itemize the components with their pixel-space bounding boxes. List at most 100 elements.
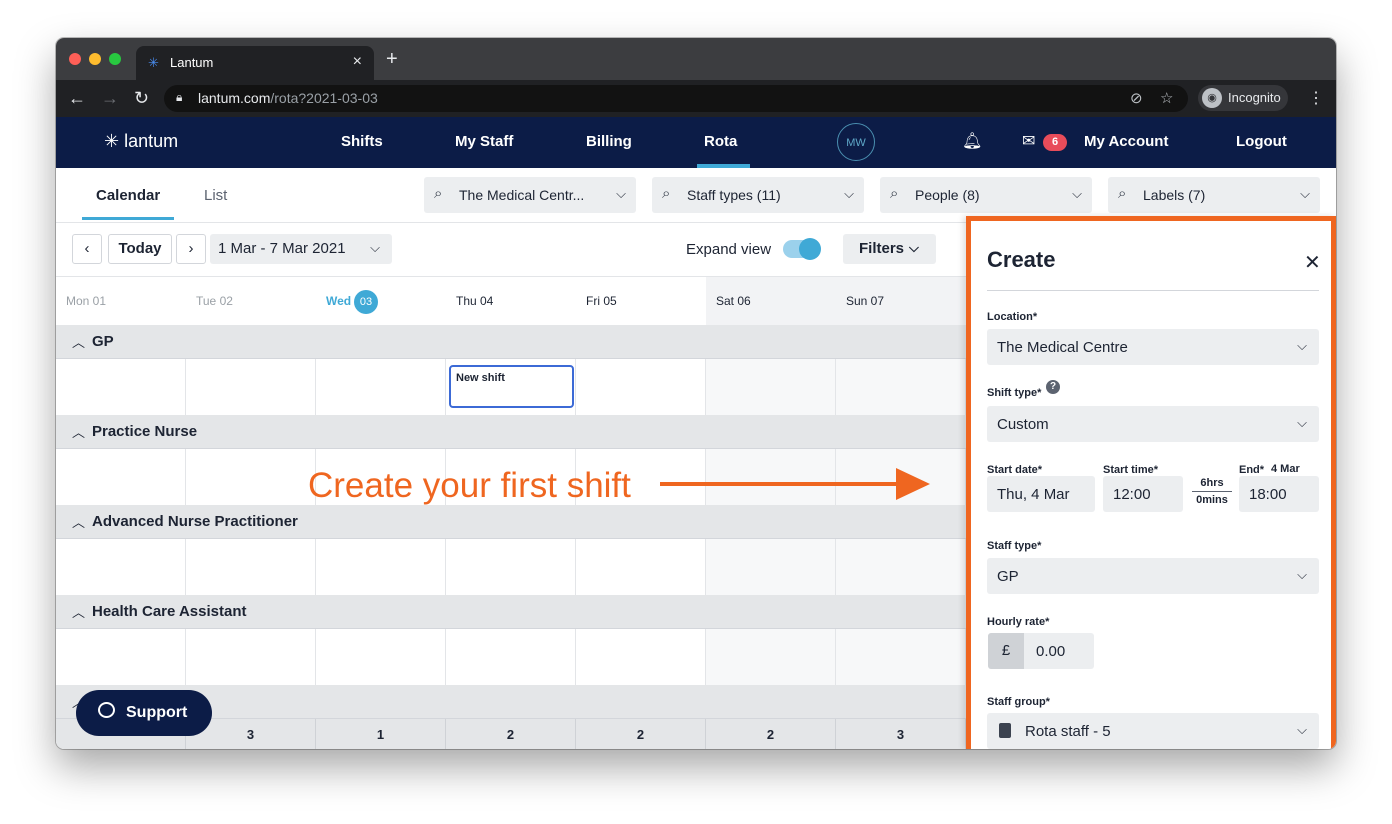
chevron-down-icon: ⌵ xyxy=(616,186,626,201)
section-title: Practice Nurse xyxy=(92,423,198,440)
section-header-gp[interactable]: ︿ GP xyxy=(56,325,966,359)
nav-logout[interactable]: Logout xyxy=(1236,133,1287,150)
calendar-cell[interactable] xyxy=(446,629,576,686)
calendar-cell[interactable] xyxy=(186,449,316,506)
nav-rota[interactable]: Rota xyxy=(704,133,737,150)
calendar-cell[interactable] xyxy=(836,629,966,686)
calendar-cell[interactable] xyxy=(836,539,966,596)
chevron-up-icon: ︿ xyxy=(72,335,86,350)
calendar-cell[interactable] xyxy=(316,359,446,416)
bell-icon[interactable]: 🔔︎ xyxy=(962,131,982,151)
calendar-cell[interactable] xyxy=(576,359,706,416)
nav-my-staff[interactable]: My Staff xyxy=(455,133,513,150)
calendar-cell[interactable] xyxy=(446,539,576,596)
staff-types-filter[interactable]: ⌕ Staff types (11) ⌵ xyxy=(652,177,864,213)
url-host: lantum.com xyxy=(198,90,271,106)
calendar-cell[interactable] xyxy=(706,359,836,416)
labels-filter[interactable]: ⌕ Labels (7) ⌵ xyxy=(1108,177,1320,213)
calendar-cell[interactable] xyxy=(186,629,316,686)
incognito-indicator[interactable]: ◉ Incognito xyxy=(1198,85,1288,111)
tab-list[interactable]: List xyxy=(204,187,227,204)
calendar-cell[interactable] xyxy=(56,359,186,416)
star-icon[interactable]: ☆ xyxy=(1160,89,1173,107)
tab-calendar[interactable]: Calendar xyxy=(96,187,160,204)
logo-text: lantum xyxy=(124,131,179,151)
date-range-select[interactable]: 1 Mar - 7 Mar 2021 ⌵ xyxy=(210,234,392,264)
calendar-cell[interactable] xyxy=(316,539,446,596)
calendar-cell[interactable] xyxy=(576,629,706,686)
calendar-toolbar: ‹ Today › 1 Mar - 7 Mar 2021 ⌵ Expand vi… xyxy=(56,223,966,276)
section-header-health-care-assistant[interactable]: ︿ Health Care Assistant xyxy=(56,595,966,629)
filters-button[interactable]: Filters ⌵ xyxy=(843,234,936,264)
hourly-rate-input[interactable]: 0.00 xyxy=(1024,633,1094,669)
new-shift-card[interactable]: New shift xyxy=(449,365,574,408)
staff-type-value: GP xyxy=(997,568,1019,585)
next-week-button[interactable]: › xyxy=(176,234,206,264)
calendar-cell[interactable] xyxy=(576,539,706,596)
chevron-down-icon: ⌵ xyxy=(1297,567,1307,582)
maximize-window-dot[interactable] xyxy=(109,53,121,65)
today-badge: 03 xyxy=(354,290,378,314)
incognito-label: Incognito xyxy=(1228,90,1281,105)
prev-week-button[interactable]: ‹ xyxy=(72,234,102,264)
url-bar[interactable]: 🔒︎ lantum.com/rota?2021-03-03 ⊘ ☆ xyxy=(164,85,1188,112)
reload-icon[interactable]: ↻ xyxy=(134,88,149,109)
calendar-cell[interactable] xyxy=(186,359,316,416)
close-icon[interactable]: ✕ xyxy=(1304,250,1321,275)
browser-tab[interactable]: ✳ Lantum × xyxy=(136,46,374,80)
people-filter[interactable]: ⌕ People (8) ⌵ xyxy=(880,177,1092,213)
back-arrow-icon[interactable]: ← xyxy=(68,88,86,109)
expand-view-label: Expand view xyxy=(686,241,772,258)
day-label: Fri 05 xyxy=(586,294,617,308)
eye-off-icon[interactable]: ⊘ xyxy=(1130,89,1143,107)
section-header-practice-nurse[interactable]: ︿ Practice Nurse xyxy=(56,415,966,449)
calendar-cell[interactable] xyxy=(56,449,186,506)
day-header-cell: Sun 07 xyxy=(836,277,966,325)
lantum-logo[interactable]: ✳ lantum xyxy=(104,131,178,152)
day-label: Tue 02 xyxy=(196,294,233,308)
section-title: GP xyxy=(92,333,114,350)
help-icon[interactable]: ? xyxy=(1046,380,1060,394)
day-label: Mon 01 xyxy=(66,294,107,308)
location-filter[interactable]: ⌕ The Medical Centr... ⌵ xyxy=(424,177,636,213)
avatar[interactable]: MW xyxy=(837,123,875,161)
calendar-cell[interactable] xyxy=(706,539,836,596)
close-window-dot[interactable] xyxy=(69,53,81,65)
calendar-cell[interactable] xyxy=(706,629,836,686)
duration-hours: 6hrs xyxy=(1200,477,1224,489)
search-icon: ⌕ xyxy=(1118,185,1127,202)
mail-icon[interactable]: ✉ xyxy=(1022,131,1035,151)
calendar-cell[interactable] xyxy=(56,539,186,596)
total-cell: 3 xyxy=(836,719,966,749)
staff-type-label: Staff type* xyxy=(987,540,1042,552)
calendar-cell[interactable] xyxy=(836,359,966,416)
chevron-down-icon: ⌵ xyxy=(1297,722,1307,737)
kebab-icon[interactable]: ⋮ xyxy=(1308,88,1324,108)
calendar-cell[interactable] xyxy=(706,449,836,506)
nav-my-account[interactable]: My Account xyxy=(1084,133,1168,150)
chevron-down-icon: ⌵ xyxy=(1300,186,1310,201)
staff-type-select[interactable]: GP ⌵ xyxy=(987,558,1319,594)
nav-shifts[interactable]: Shifts xyxy=(341,133,383,150)
expand-view-toggle[interactable] xyxy=(783,238,821,260)
staff-group-select[interactable]: Rota staff - 5 ⌵ xyxy=(987,713,1319,749)
calendar-cell[interactable] xyxy=(316,629,446,686)
calendar-cell[interactable] xyxy=(186,539,316,596)
minimize-window-dot[interactable] xyxy=(89,53,101,65)
today-button[interactable]: Today xyxy=(108,234,172,264)
section-header-advanced-nurse-practitioner[interactable]: ︿ Advanced Nurse Practitioner xyxy=(56,505,966,539)
tab-close-icon[interactable]: × xyxy=(353,53,362,71)
staff-group-value: Rota staff - 5 xyxy=(1025,723,1111,740)
forward-arrow-icon[interactable]: → xyxy=(101,88,119,109)
end-time-field[interactable]: 18:00 xyxy=(1239,476,1319,512)
date-range-label: 1 Mar - 7 Mar 2021 xyxy=(218,240,346,257)
nav-billing[interactable]: Billing xyxy=(586,133,632,150)
new-tab-icon[interactable]: + xyxy=(386,48,398,71)
support-button[interactable]: Support xyxy=(76,690,212,736)
calendar-cell[interactable] xyxy=(56,629,186,686)
start-time-field[interactable]: 12:00 xyxy=(1103,476,1183,512)
location-select[interactable]: The Medical Centre ⌵ xyxy=(987,329,1319,365)
start-date-field[interactable]: Thu, 4 Mar xyxy=(987,476,1095,512)
chevron-down-icon: ⌵ xyxy=(1297,415,1307,430)
shift-type-select[interactable]: Custom ⌵ xyxy=(987,406,1319,442)
